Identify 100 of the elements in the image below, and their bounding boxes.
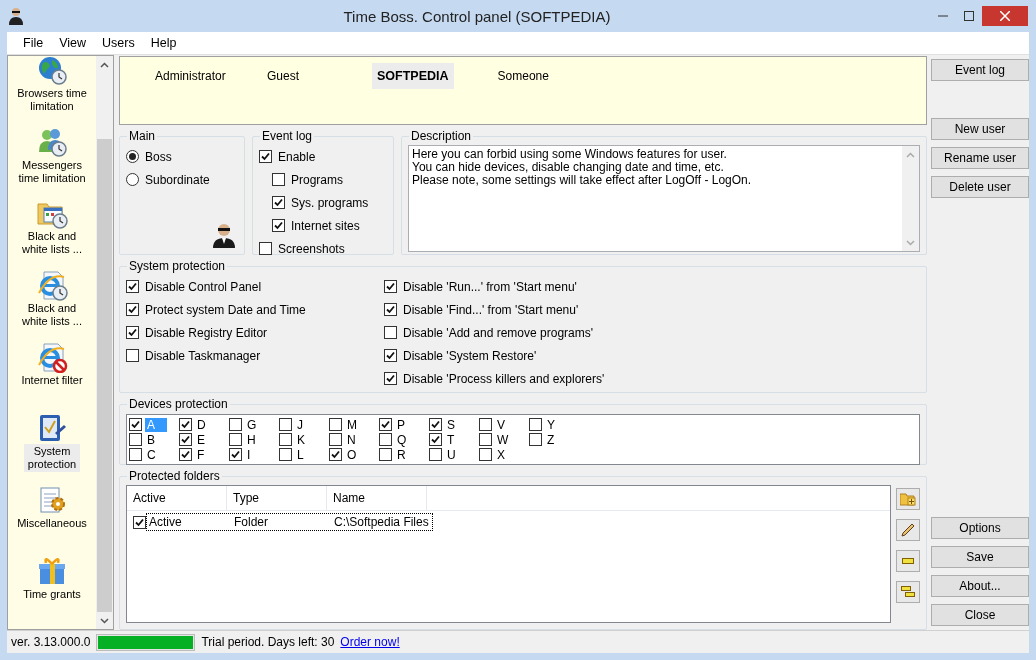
drive-label[interactable]: U (445, 447, 458, 462)
user-tab[interactable]: Someone (490, 63, 603, 89)
sidebar-item[interactable]: Black and white lists ... (14, 229, 90, 258)
checkbox[interactable] (272, 196, 285, 209)
user-tab[interactable]: Guest (260, 63, 372, 89)
checkbox[interactable] (379, 448, 392, 461)
sidebar-item[interactable]: Time grants (14, 587, 90, 603)
user-button[interactable]: Delete user (931, 176, 1029, 198)
checkbox[interactable] (379, 418, 392, 431)
drive-label[interactable]: Z (545, 432, 557, 447)
order-link[interactable]: Order now! (340, 635, 400, 649)
drive-label[interactable]: G (245, 417, 259, 432)
checkbox[interactable] (384, 326, 397, 339)
checkbox[interactable] (229, 418, 242, 431)
column-header[interactable]: Name (327, 486, 427, 510)
close-icon[interactable] (982, 6, 1028, 26)
drive-label[interactable]: E (195, 432, 207, 447)
column-header[interactable]: Active (127, 486, 227, 510)
edit-button[interactable] (896, 519, 920, 541)
menu-item[interactable]: Help (142, 33, 185, 53)
checkbox[interactable] (429, 418, 442, 431)
dialog-button[interactable]: Save (931, 546, 1029, 568)
dialog-button[interactable]: Options (931, 517, 1029, 539)
checkbox[interactable] (379, 433, 392, 446)
column-header[interactable]: Type (227, 486, 327, 510)
drive-label[interactable]: V (495, 417, 507, 432)
user-tab[interactable]: Administrator (148, 63, 260, 89)
drive-label[interactable]: K (295, 432, 307, 447)
event-log-button[interactable]: Event log (931, 59, 1029, 81)
remove-all-button[interactable] (896, 581, 920, 603)
checkbox[interactable] (429, 448, 442, 461)
drive-label[interactable]: Q (395, 432, 409, 447)
checkbox[interactable] (384, 280, 397, 293)
drive-label[interactable]: C (145, 447, 158, 462)
menu-item[interactable]: File (15, 33, 52, 53)
drive-label[interactable]: Y (545, 417, 557, 432)
sidebar-item[interactable]: Black and white lists ... (14, 300, 90, 329)
drive-label[interactable]: J (295, 417, 305, 432)
radio-button[interactable] (126, 173, 139, 186)
checkbox[interactable] (529, 418, 542, 431)
checkbox[interactable] (272, 219, 285, 232)
drive-label[interactable]: S (445, 417, 457, 432)
checkbox[interactable] (129, 433, 142, 446)
checkbox[interactable] (126, 349, 139, 362)
drive-label[interactable]: W (495, 432, 511, 447)
drive-label[interactable]: R (395, 447, 408, 462)
drive-label[interactable]: O (345, 447, 359, 462)
user-tab[interactable]: SOFTPEDIA (372, 63, 454, 89)
checkbox[interactable] (329, 418, 342, 431)
checkbox[interactable] (229, 433, 242, 446)
dialog-button[interactable]: About... (931, 575, 1029, 597)
checkbox[interactable] (329, 448, 342, 461)
checkbox[interactable] (429, 433, 442, 446)
checkbox[interactable] (259, 150, 272, 163)
checkbox[interactable] (279, 433, 292, 446)
drive-label[interactable]: B (145, 432, 157, 447)
sidebar-item[interactable]: Browsers time limitation (14, 86, 90, 114)
menu-item[interactable]: View (51, 33, 95, 53)
sidebar-item[interactable]: System protection (24, 444, 80, 473)
checkbox[interactable] (126, 326, 139, 339)
checkbox[interactable] (384, 372, 397, 385)
sidebar-item[interactable]: Messengers time limitation (14, 157, 90, 186)
checkbox[interactable] (259, 242, 272, 255)
sidebar-item[interactable]: Miscellaneous (14, 515, 90, 531)
checkbox[interactable] (479, 448, 492, 461)
checkbox[interactable] (329, 433, 342, 446)
checkbox[interactable] (126, 280, 139, 293)
checkbox[interactable] (279, 448, 292, 461)
checkbox[interactable] (129, 448, 142, 461)
checkbox[interactable] (126, 303, 139, 316)
checkbox[interactable] (179, 418, 192, 431)
drive-label[interactable]: I (245, 447, 253, 462)
checkbox[interactable] (479, 433, 492, 446)
sidebar-item[interactable]: Internet filter (14, 372, 90, 388)
drive-label[interactable]: L (295, 447, 306, 462)
checkbox[interactable] (384, 303, 397, 316)
drive-label[interactable]: P (395, 417, 407, 432)
checkbox[interactable] (279, 418, 292, 431)
user-button[interactable]: Rename user (931, 147, 1029, 169)
drive-label[interactable]: H (245, 432, 258, 447)
drive-label[interactable]: T (445, 432, 457, 447)
checkbox[interactable] (179, 448, 192, 461)
checkbox[interactable] (179, 433, 192, 446)
dialog-button[interactable]: Close (931, 604, 1029, 626)
checkbox[interactable] (229, 448, 242, 461)
drive-label[interactable]: X (495, 447, 507, 462)
drive-label[interactable]: D (195, 417, 208, 432)
checkbox[interactable] (133, 515, 146, 529)
checkbox[interactable] (479, 418, 492, 431)
menu-item[interactable]: Users (94, 33, 143, 53)
checkbox[interactable] (272, 173, 285, 186)
user-button[interactable]: New user (931, 118, 1029, 140)
radio-button[interactable] (126, 150, 139, 163)
remove-button[interactable] (896, 550, 920, 572)
drive-label[interactable]: N (345, 432, 358, 447)
drive-label[interactable]: F (195, 447, 207, 462)
drive-label[interactable]: M (345, 417, 359, 432)
checkbox[interactable] (384, 349, 397, 362)
checkbox[interactable] (129, 418, 142, 431)
checkbox[interactable] (529, 433, 542, 446)
